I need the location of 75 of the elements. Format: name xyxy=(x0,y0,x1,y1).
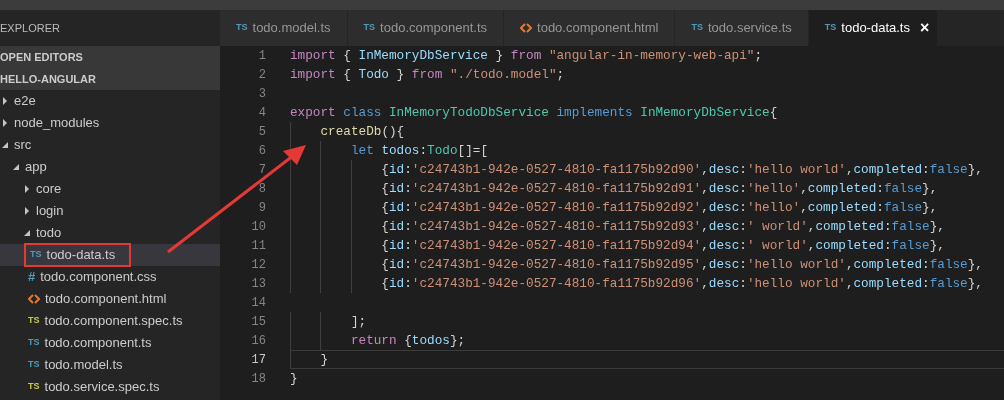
file-item[interactable]: TS todo.component.spec.ts xyxy=(0,310,220,332)
editor-tab[interactable]: TS todo-data.ts × xyxy=(808,10,938,46)
file-item[interactable]: TS todo.component.ts xyxy=(0,332,220,354)
ts-file-icon: TS xyxy=(28,314,40,328)
file-item[interactable]: TS todo-data.ts xyxy=(0,244,220,266)
line-number: 5 xyxy=(257,123,266,141)
code-line: ]; xyxy=(349,313,367,331)
code-line: } xyxy=(319,351,329,369)
line-number: 11 xyxy=(250,237,266,255)
line-number: 2 xyxy=(257,66,266,84)
code-line: } xyxy=(290,370,298,388)
collapsed-arrow-icon xyxy=(2,119,8,127)
code-line: {id:'c24743b1-942e-0527-4810-fa1175b92d94',desc:' world',completed:false}, xyxy=(380,237,945,255)
ts-file-icon: TS xyxy=(28,336,40,350)
collapsed-arrow-icon xyxy=(24,207,30,215)
expanded-arrow-icon xyxy=(2,141,8,149)
collapsed-arrow-icon xyxy=(24,185,30,193)
folder-item[interactable]: e2e xyxy=(0,90,220,112)
close-tab-button[interactable]: × xyxy=(919,16,930,40)
line-number: 16 xyxy=(250,332,266,350)
line-number: 14 xyxy=(250,294,266,312)
code-line: export class InMemoryTodoDbService implements InMemoryDbService{ xyxy=(290,104,778,122)
expanded-arrow-icon xyxy=(24,229,30,237)
line-number: 18 xyxy=(250,370,266,388)
line-number: 9 xyxy=(257,199,266,217)
ts-file-icon: TS xyxy=(363,21,376,35)
file-item[interactable]: TS todo.model.ts xyxy=(0,354,220,376)
folder-item[interactable]: core xyxy=(0,178,220,200)
ts-file-icon: TS xyxy=(236,21,248,35)
ts-file-icon: TS xyxy=(824,21,837,35)
editor-tab[interactable]: todo.component.html xyxy=(504,10,676,46)
html-file-icon xyxy=(28,294,40,304)
file-item[interactable]: todo.component.html xyxy=(0,288,220,310)
ts-file-icon: TS xyxy=(28,358,40,372)
folder-item[interactable]: node_modules xyxy=(0,112,220,134)
editor-tab[interactable]: TS todo.model.ts xyxy=(220,10,348,46)
line-number: 13 xyxy=(250,275,266,293)
ts-file-icon: TS xyxy=(28,380,40,394)
folder-item[interactable]: src xyxy=(0,134,220,156)
folder-item[interactable]: login xyxy=(0,200,220,222)
line-number: 8 xyxy=(257,180,266,198)
line-number: 12 xyxy=(250,256,266,274)
line-number: 4 xyxy=(257,104,266,122)
folder-item[interactable]: app xyxy=(0,156,220,178)
code-line: return {todos}; xyxy=(349,332,466,350)
explorer-title: EXPLORER xyxy=(0,20,60,36)
css-file-icon: # xyxy=(28,267,36,287)
line-number: 15 xyxy=(250,313,266,331)
code-line: {id:'c24743b1-942e-0527-4810-fa1175b92d93',desc:' world',completed:false}, xyxy=(380,218,945,236)
file-item[interactable]: # todo.component.css xyxy=(0,266,220,288)
line-number: 17 xyxy=(250,351,266,369)
code-line: createDb(){ xyxy=(319,123,405,141)
code-line: {id:'c24743b1-942e-0527-4810-fa1175b92d96',desc:'hello world',completed:false}, xyxy=(380,275,983,293)
code-line: {id:'c24743b1-942e-0527-4810-fa1175b92d95',desc:'hello world',completed:false}, xyxy=(380,256,983,274)
line-number: 6 xyxy=(257,142,266,160)
line-number: 7 xyxy=(257,161,266,179)
folder-item[interactable]: todo xyxy=(0,222,220,244)
line-number: 1 xyxy=(257,47,266,65)
collapsed-arrow-icon xyxy=(2,97,8,105)
html-file-icon xyxy=(520,23,533,33)
ts-file-icon: TS xyxy=(30,248,42,262)
code-line: import { InMemoryDbService } from "angular-in-memory-web-api"; xyxy=(290,47,763,65)
file-name: todo-data.ts xyxy=(46,246,116,265)
code-line: {id:'c24743b1-942e-0527-4810-fa1175b92d90',desc:'hello world',completed:false}, xyxy=(380,161,983,179)
code-line: {id:'c24743b1-942e-0527-4810-fa1175b92d92',desc:'hello',completed:false}, xyxy=(380,199,938,217)
expanded-arrow-icon xyxy=(13,163,19,171)
ts-file-icon: TS xyxy=(691,21,703,35)
line-number: 3 xyxy=(257,85,266,103)
code-line: import { Todo } from "./todo.model"; xyxy=(290,66,565,84)
editor-tab[interactable]: TS todo.component.ts xyxy=(347,10,505,46)
editor-tab[interactable]: TS todo.service.ts xyxy=(675,10,809,46)
file-item[interactable]: TS todo.service.spec.ts xyxy=(0,376,220,398)
line-number: 10 xyxy=(250,218,266,236)
code-line: let todos:Todo[]=[ xyxy=(349,142,488,160)
code-line: {id:'c24743b1-942e-0527-4810-fa1175b92d91',desc:'hello',completed:false}, xyxy=(380,180,938,198)
